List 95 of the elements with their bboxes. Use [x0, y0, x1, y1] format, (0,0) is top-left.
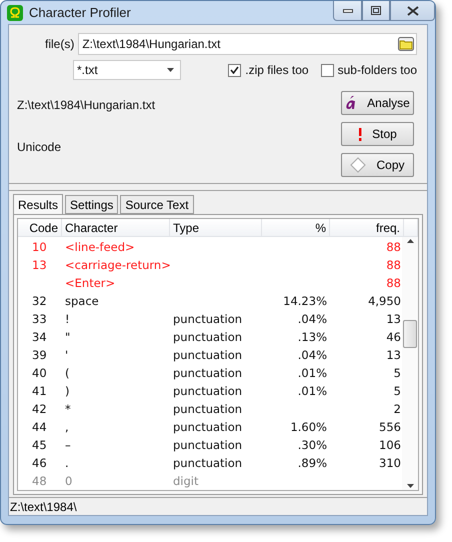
table-cell-text: 88: [385, 276, 402, 290]
table-cell-text: <carriage-return>: [64, 258, 170, 272]
table-cell-text: .01%: [296, 366, 328, 380]
table-cell-text: 88: [385, 258, 402, 272]
tab[interactable]: Results: [13, 194, 64, 215]
table-cell-text: 13: [385, 312, 402, 326]
files-field[interactable]: Z:\text\1984\Hungarian.txt: [78, 33, 417, 55]
table-cell-text: punctuation: [172, 438, 244, 452]
table-cell-text: 48: [31, 474, 48, 488]
table-cell-text: 44: [31, 420, 48, 434]
table-cell-text: 33: [31, 312, 48, 326]
table-cell-text: 1.60%: [289, 420, 328, 434]
checkbox-label: .zip files too: [245, 63, 309, 77]
table-cell-text: 5: [392, 384, 402, 398]
table-cell-text: .: [64, 456, 70, 470]
column-header[interactable]: Type: [170, 219, 262, 236]
column-header[interactable]: Code: [18, 219, 62, 236]
table-cell-text: punctuation: [172, 384, 244, 398]
table-cell-text: 46: [385, 330, 402, 344]
checkbox-label: sub-folders too: [338, 63, 417, 77]
table-cell-text: 4,950: [367, 294, 402, 308]
table-cell-text: 2: [392, 402, 402, 416]
table-cell-text: *: [64, 402, 72, 416]
table-cell-text: .04%: [296, 312, 328, 326]
table-cell-text: 14.23%: [282, 294, 328, 308]
table-cell-text: 39: [31, 348, 48, 362]
column-header[interactable]: freq.: [330, 219, 404, 236]
table-cell-text: 5: [392, 366, 402, 380]
table-cell-text: punctuation: [172, 402, 244, 416]
exclamation-icon: [358, 128, 362, 140]
analyse-button[interactable]: Analyse: [341, 91, 414, 115]
table-cell-text: 0: [64, 474, 74, 488]
italic-a-icon: [345, 96, 358, 110]
table-cell-text: space: [64, 294, 100, 308]
table-cell-text: 106: [378, 438, 402, 452]
table-cell-text: .30%: [296, 438, 328, 452]
close-icon: [406, 6, 418, 16]
scroll-thumb[interactable]: [403, 320, 417, 348]
encoding-text: Unicode: [17, 140, 62, 154]
copy-button[interactable]: Copy: [341, 153, 414, 177]
table-cell-text: 88: [385, 240, 402, 254]
tab[interactable]: Source Text: [120, 195, 194, 214]
table-cell-text: ': [64, 348, 70, 362]
table-cell-text: 10: [31, 240, 48, 254]
stop-button[interactable]: Stop: [341, 122, 414, 146]
app-icon: [7, 4, 23, 20]
table-cell-text: ,: [64, 420, 70, 434]
scrollbar[interactable]: [402, 237, 418, 490]
table-cell-text: 310: [378, 456, 402, 470]
table-cell-text: 34: [31, 330, 48, 344]
table-cell-text: .13%: [296, 330, 328, 344]
table-cell-text: 46: [31, 456, 48, 470]
table-cell-text: .04%: [296, 348, 328, 362]
table-cell-text: 42: [31, 402, 48, 416]
window-title: Character Profiler: [29, 5, 132, 20]
table-cell-text: .01%: [296, 384, 328, 398]
table-cell-text: 41: [31, 384, 48, 398]
checkbox[interactable]: [228, 64, 242, 76]
table-cell-text: !: [64, 312, 71, 326]
table-cell-text: 556: [378, 420, 402, 434]
table-cell-text: 13: [385, 348, 402, 362]
table-cell-text: .89%: [296, 456, 328, 470]
table-cell-text: punctuation: [172, 330, 244, 344]
checkbox[interactable]: [320, 64, 334, 76]
table-cell-text: <Enter>: [64, 276, 116, 290]
scroll-up-icon[interactable]: [406, 239, 414, 243]
scroll-down-icon[interactable]: [406, 484, 414, 488]
maximize-button[interactable]: [362, 1, 390, 21]
minimize-button[interactable]: [333, 1, 362, 21]
maximize-icon: [371, 6, 381, 15]
table-cell-text: (: [64, 366, 70, 380]
table-cell-text: punctuation: [172, 456, 244, 470]
table-cell-text: 32: [31, 294, 48, 308]
table-cell-text: 45: [31, 438, 48, 452]
table-cell-text: ": [64, 330, 72, 344]
table-cell-text: ): [64, 384, 70, 398]
minimize-icon: [342, 8, 352, 12]
table-cell-text: punctuation: [172, 348, 244, 362]
table-cell-text: <line-feed>: [64, 240, 136, 254]
folder-icon[interactable]: [398, 37, 414, 51]
tab[interactable]: Settings: [65, 195, 118, 214]
dropdown-arrow-icon[interactable]: [167, 68, 174, 72]
table-cell-text: punctuation: [172, 312, 244, 326]
table-cell-text: digit: [172, 474, 200, 488]
filter-dropdown[interactable]: *.txt: [73, 60, 181, 80]
table-cell-text: 13: [31, 258, 48, 272]
current-file-text: Z:\text\1984\Hungarian.txt: [17, 98, 156, 112]
column-header[interactable]: Character: [62, 219, 170, 236]
column-header[interactable]: %: [262, 219, 330, 236]
table-cell-text: punctuation: [172, 420, 244, 434]
files-label: file(s): [45, 37, 74, 51]
close-button[interactable]: [390, 1, 435, 21]
table-cell-text: punctuation: [172, 366, 244, 380]
table-cell-text: 40: [31, 366, 48, 380]
table-cell-text: –: [64, 438, 72, 452]
